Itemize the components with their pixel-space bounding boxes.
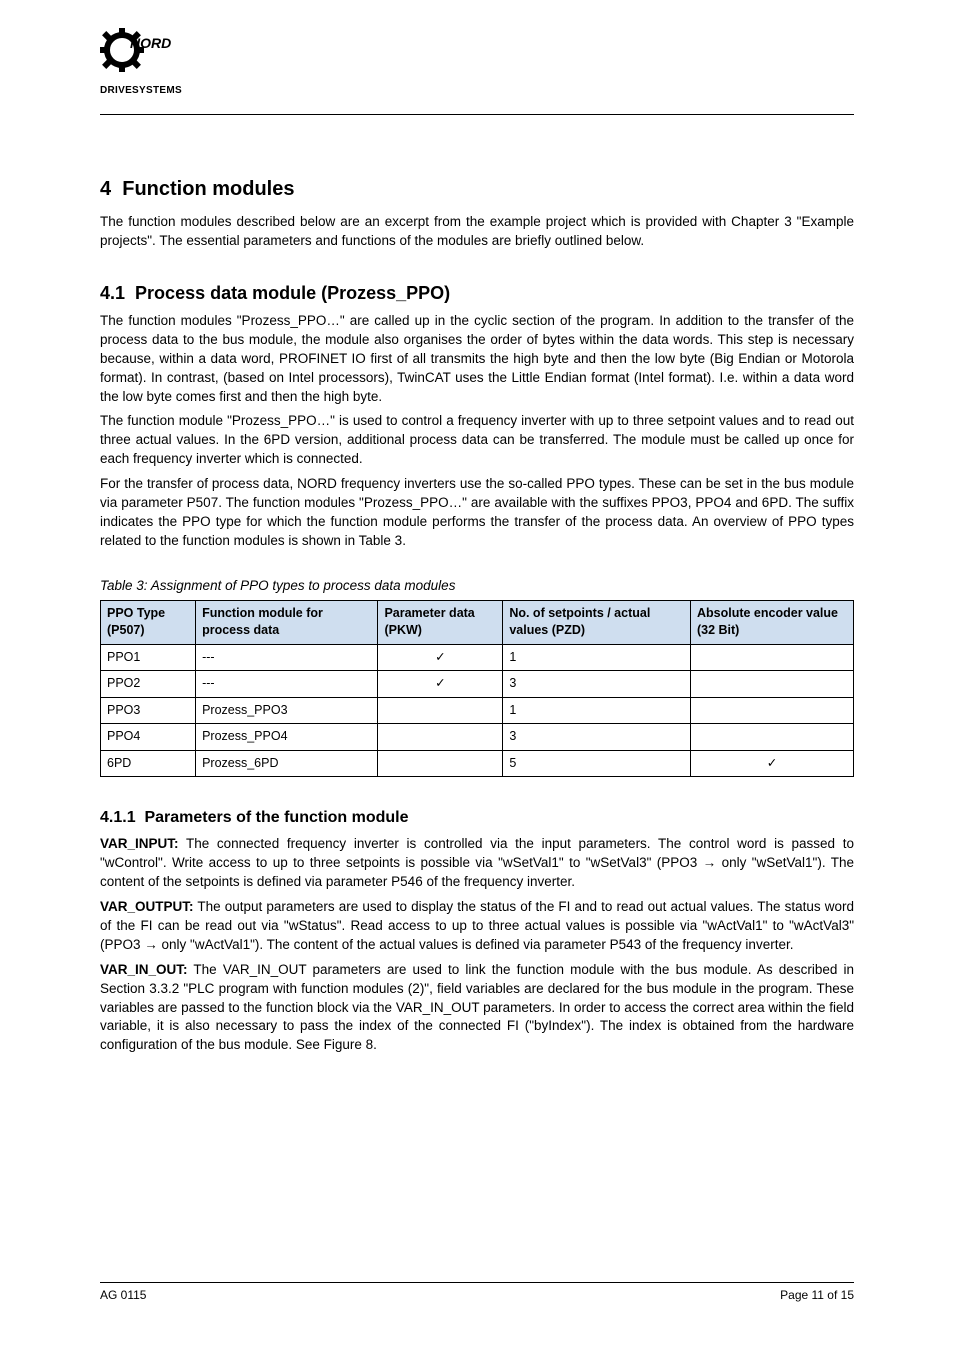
table-3-caption: Table 3: Assignment of PPO types to proc… xyxy=(100,577,854,596)
table-row: 6PD Prozess_6PD 5 ✓ xyxy=(101,750,854,777)
para-fun-var-input: VAR_INPUT: The connected frequency inver… xyxy=(100,835,854,892)
heading-4-1-1: 4.1.1 Parameters of the function module xyxy=(100,807,854,829)
cell xyxy=(378,724,503,751)
cell: ✓ xyxy=(378,644,503,671)
table-header-row: PPO Type (P507) Function module for proc… xyxy=(101,600,854,644)
cell xyxy=(690,671,853,698)
cell: Prozess_PPO4 xyxy=(196,724,378,751)
cell xyxy=(690,644,853,671)
para-fun-var-inout: VAR_IN_OUT: The VAR_IN_OUT parameters ar… xyxy=(100,961,854,1055)
body-var-inout: The VAR_IN_OUT parameters are used to li… xyxy=(100,962,854,1053)
cell xyxy=(690,724,853,751)
lead-var-output: VAR_OUTPUT: xyxy=(100,899,194,914)
table-row: PPO2 --- ✓ 3 xyxy=(101,671,854,698)
body-var-output: The output parameters are used to displa… xyxy=(100,899,854,952)
heading-4-1-1-title: Parameters of the function module xyxy=(144,809,408,826)
body-var-input: The connected frequency inverter is cont… xyxy=(100,836,854,889)
svg-text:NORD: NORD xyxy=(130,35,171,51)
cell: 3 xyxy=(503,724,691,751)
th-fun-module: Function module for process data xyxy=(196,600,378,644)
heading-4-1-title: Process data module (Prozess_PPO) xyxy=(135,283,450,303)
page-footer: AG 0115 Page 11 of 15 xyxy=(100,1282,854,1304)
heading-4-1-1-number: 4.1.1 xyxy=(100,809,136,826)
footer-right: Page 11 of 15 xyxy=(780,1287,854,1304)
cell: 6PD xyxy=(101,750,196,777)
table-row: PPO4 Prozess_PPO4 3 xyxy=(101,724,854,751)
heading-4-1-number: 4.1 xyxy=(100,283,125,303)
cell: PPO3 xyxy=(101,697,196,724)
document-body: 4 Function modules The function modules … xyxy=(100,115,854,1055)
cell: PPO2 xyxy=(101,671,196,698)
cell: 1 xyxy=(503,697,691,724)
footer-rule xyxy=(100,1282,854,1283)
heading-4-1: 4.1 Process data module (Prozess_PPO) xyxy=(100,281,854,306)
cell: PPO1 xyxy=(101,644,196,671)
table-row: PPO1 --- ✓ 1 xyxy=(101,644,854,671)
heading-4: 4 Function modules xyxy=(100,175,854,203)
nord-logo: NORD DRIVESYSTEMS xyxy=(100,28,198,98)
cell xyxy=(378,697,503,724)
cell: Prozess_6PD xyxy=(196,750,378,777)
th-ppo-type: PPO Type (P507) xyxy=(101,600,196,644)
th-encoder: Absolute encoder value (32 Bit) xyxy=(690,600,853,644)
cell xyxy=(690,697,853,724)
table-3: PPO Type (P507) Function module for proc… xyxy=(100,600,854,778)
heading-4-title: Function modules xyxy=(122,178,294,200)
cell: 3 xyxy=(503,671,691,698)
cell: 5 xyxy=(503,750,691,777)
para-ppo-2: The function module "Prozess_PPO…" is us… xyxy=(100,412,854,469)
cell: ✓ xyxy=(378,671,503,698)
th-pzd: No. of setpoints / actual values (PZD) xyxy=(503,600,691,644)
th-pkw: Parameter data (PKW) xyxy=(378,600,503,644)
lead-var-inout: VAR_IN_OUT: xyxy=(100,962,188,977)
cell: ✓ xyxy=(690,750,853,777)
para-ppo-3: For the transfer of process data, NORD f… xyxy=(100,475,854,551)
lead-var-input: VAR_INPUT: xyxy=(100,836,179,851)
cell: Prozess_PPO3 xyxy=(196,697,378,724)
footer-left: AG 0115 xyxy=(100,1287,146,1304)
para-fun-var-output: VAR_OUTPUT: The output parameters are us… xyxy=(100,898,854,955)
cell: PPO4 xyxy=(101,724,196,751)
para-intro: The function modules described below are… xyxy=(100,213,854,251)
logo-tagline: DRIVESYSTEMS xyxy=(100,84,198,98)
cell xyxy=(378,750,503,777)
cell: --- xyxy=(196,671,378,698)
cell: 1 xyxy=(503,644,691,671)
table-row: PPO3 Prozess_PPO3 1 xyxy=(101,697,854,724)
heading-4-number: 4 xyxy=(100,178,111,200)
para-ppo-1: The function modules "Prozess_PPO…" are … xyxy=(100,312,854,406)
cell: --- xyxy=(196,644,378,671)
